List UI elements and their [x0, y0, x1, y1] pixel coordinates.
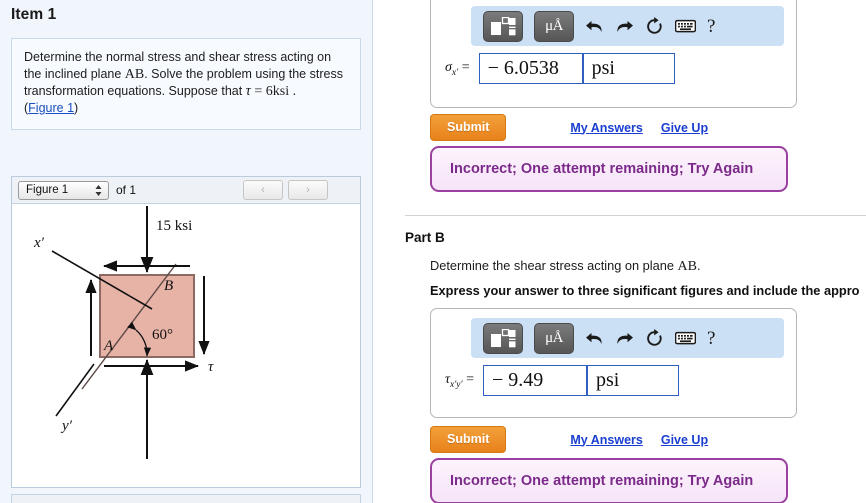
reset-icon[interactable] [645, 16, 664, 36]
sigma-subscript: x′ [451, 67, 459, 78]
reset-icon-svg [647, 328, 662, 346]
problem-line-1: Determine the normal stress and shear st… [24, 50, 332, 64]
page-title: Item 1 [11, 6, 57, 23]
part-a-equals: = [461, 59, 470, 75]
angle-label: 60° [152, 327, 173, 343]
help-icon[interactable]: ? [707, 17, 715, 36]
figure-link[interactable]: Figure 1 [28, 101, 74, 115]
template-icon-svg [491, 16, 516, 35]
undo-icon[interactable] [585, 330, 604, 347]
tau-subscript: x′y′ [450, 379, 463, 390]
problem-statement-box: Determine the normal stress and shear st… [11, 38, 361, 130]
tau-value: = 6ksi . [250, 84, 297, 99]
figure-panel: Figure 1 of 1 ‹ › 15 ksi τ x′ y′ 60° A B [11, 176, 361, 488]
part-b-submit-button[interactable]: Submit [430, 426, 507, 453]
figure-prev-button[interactable]: ‹ [243, 180, 283, 200]
part-b-prompt-a: Determine the shear stress acting on pla… [430, 258, 678, 273]
reset-icon[interactable] [645, 328, 664, 348]
figure-select-value: Figure 1 [26, 184, 69, 196]
part-a-answer-symbol: σx′ = [445, 60, 470, 78]
figure-select[interactable]: Figure 1 [18, 180, 109, 200]
undo-icon[interactable] [585, 18, 604, 35]
part-a-give-up-link[interactable]: Give Up [661, 121, 708, 135]
help-icon[interactable]: ? [707, 329, 715, 348]
x-axis-label: x′ [33, 235, 45, 251]
figure-count-label: of 1 [116, 183, 137, 197]
stress-element-diagram: 15 ksi τ x′ y′ 60° A B [33, 206, 214, 459]
part-a-answer-row: σx′ = − 6.0538 psi [431, 46, 796, 93]
part-b-plane-label: AB [677, 259, 697, 274]
figure-canvas[interactable]: 15 ksi τ x′ y′ 60° A B [12, 204, 360, 487]
point-a-label: A [103, 338, 114, 354]
part-b-give-up-link[interactable]: Give Up [661, 433, 708, 447]
right-panel: μÅ ? σx′ = − 6.0538 psi Submit My Answer… [373, 0, 866, 503]
part-b-prompt: Determine the shear stress acting on pla… [430, 258, 701, 275]
load-label: 15 ksi [156, 218, 192, 234]
problem-line-2-a: the inclined plane [24, 67, 125, 81]
part-b-equals: = [466, 371, 475, 387]
part-b-math-toolbar: μÅ ? [471, 318, 784, 358]
part-b-value-input[interactable]: − 9.49 [483, 365, 588, 396]
part-b-my-answers-link[interactable]: My Answers [570, 433, 642, 447]
left-panel: Item 1 Determine the normal stress and s… [0, 0, 372, 503]
redo-icon-svg [617, 332, 633, 344]
part-b-unit-input[interactable]: psi [587, 365, 680, 396]
y-axis-line [55, 363, 95, 417]
part-b-heading: Part B [405, 230, 445, 245]
chevron-updown-icon [94, 183, 103, 199]
part-b-answer-box: μÅ ? τx′y′ = − 9.49 psi [430, 308, 797, 418]
figure-toolbar: Figure 1 of 1 ‹ › [12, 177, 360, 204]
paren-close: ) [74, 101, 79, 115]
keyboard-icon-svg [675, 331, 696, 345]
reset-icon-svg [647, 16, 662, 34]
next-panel-strip [11, 494, 361, 503]
keyboard-icon-svg [675, 19, 696, 33]
part-a-feedback: Incorrect; One attempt remaining; Try Ag… [430, 146, 788, 192]
problem-text: Determine the normal stress and shear st… [24, 49, 348, 117]
plane-ab-label: AB [124, 67, 145, 82]
part-b-instruction: Express your answer to three significant… [430, 283, 860, 298]
part-b-submit-row: Submit My Answers Give Up [430, 426, 708, 453]
part-a-unit-input[interactable]: psi [582, 53, 675, 84]
units-icon[interactable]: μÅ [534, 322, 574, 354]
template-icon[interactable] [483, 10, 523, 42]
problem-line-2-b: . Solve the problem using the [144, 67, 307, 81]
part-b-answer-row: τx′y′ = − 9.49 psi [431, 358, 796, 405]
page-root: Item 1 Determine the normal stress and s… [0, 0, 866, 503]
part-a-my-answers-link[interactable]: My Answers [570, 121, 642, 135]
redo-icon[interactable] [615, 330, 634, 347]
part-a-submit-row: Submit My Answers Give Up [430, 114, 708, 141]
part-b-prompt-b: . [697, 258, 701, 273]
redo-icon-svg [617, 20, 633, 32]
figure-next-button[interactable]: › [288, 180, 328, 200]
shear-label: τ [208, 359, 214, 375]
part-a-value-input[interactable]: − 6.0538 [478, 53, 583, 84]
undo-icon-svg [586, 20, 602, 32]
part-a-math-toolbar: μÅ ? [471, 6, 784, 46]
units-icon[interactable]: μÅ [534, 10, 574, 42]
spinner-arrows-svg [95, 184, 102, 196]
y-axis-label: y′ [60, 418, 73, 434]
part-b-feedback: Incorrect; One attempt remaining; Try Ag… [430, 458, 788, 503]
part-b-answer-symbol: τx′y′ = [445, 372, 474, 390]
part-a-submit-button[interactable]: Submit [430, 114, 507, 141]
sigma-symbol: σ [445, 59, 452, 75]
template-icon-svg [491, 328, 516, 347]
undo-icon-svg [586, 332, 602, 344]
part-a-answer-box: μÅ ? σx′ = − 6.0538 psi [430, 0, 797, 108]
keyboard-icon[interactable] [675, 19, 696, 33]
section-divider [405, 215, 866, 216]
keyboard-icon[interactable] [675, 331, 696, 345]
template-icon[interactable] [483, 322, 523, 354]
figure-nav-buttons: ‹ › [243, 180, 354, 200]
point-b-label: B [164, 278, 173, 294]
redo-icon[interactable] [615, 18, 634, 35]
